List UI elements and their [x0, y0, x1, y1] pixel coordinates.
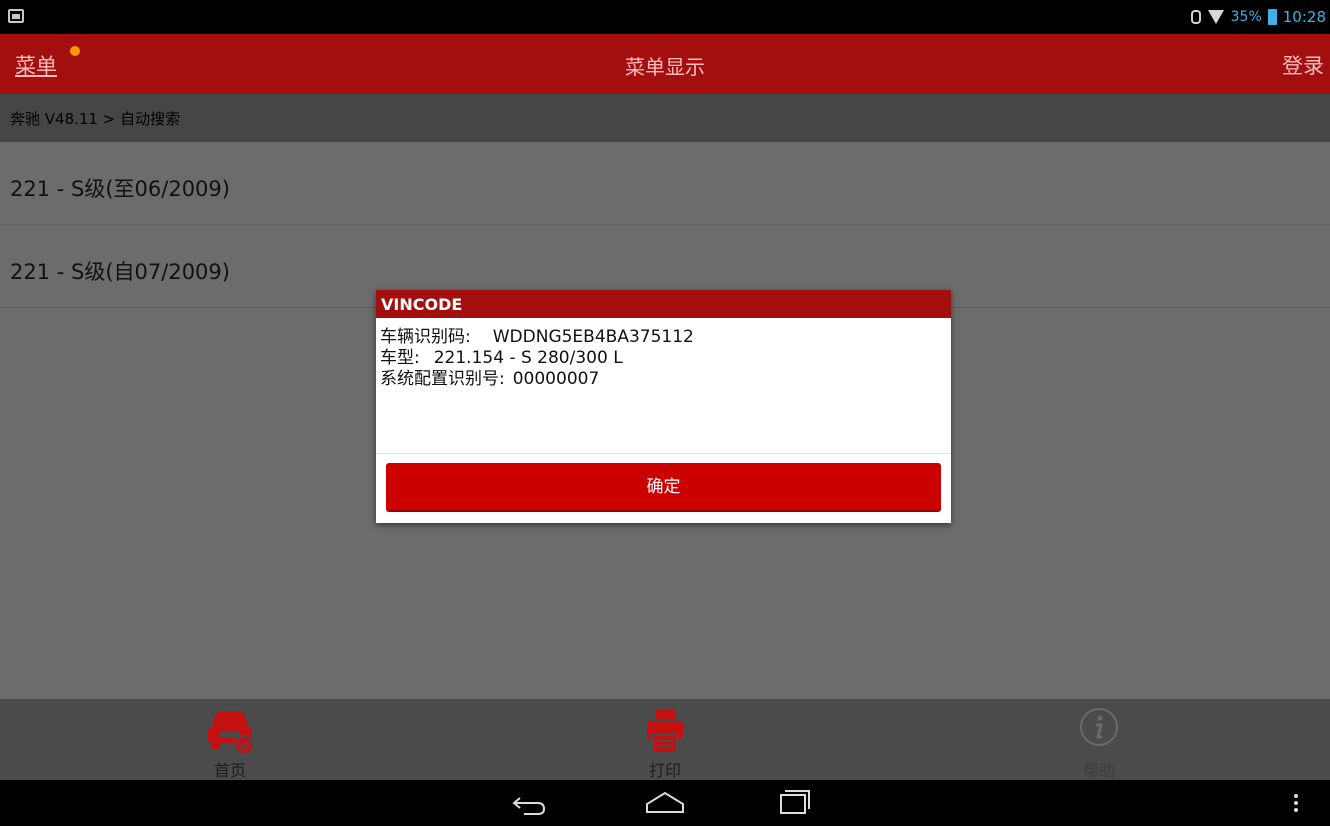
status-indicators: 35% 10:28 — [1190, 7, 1326, 27]
recent-apps-button[interactable] — [765, 780, 825, 826]
breadcrumb: 奔驰 V48.11 > 自动搜索 — [0, 94, 1330, 142]
list-item[interactable]: 221 - S级(至06/2009) — [0, 142, 1330, 225]
home-tool-label: 首页 — [213, 761, 246, 780]
more-menu-button[interactable] — [1266, 780, 1326, 826]
config-row: 系统配置识别号: 00000007 — [380, 369, 940, 390]
vin-value: WDDNG5EB4BA375112 — [492, 327, 694, 347]
config-value: 00000007 — [512, 369, 600, 389]
model-value: 221.154 - S 280/300 L — [433, 348, 623, 368]
print-tool-label: 打印 — [648, 761, 681, 780]
recent-apps-icon — [780, 790, 810, 814]
login-button[interactable]: 登录 — [1282, 50, 1324, 80]
bottom-toolbar: 首页 打印 帮助 — [0, 699, 1330, 780]
vincode-dialog: VINCODE 车辆识别码: WDDNG5EB4BA375112 车型: 221.1… — [376, 290, 951, 523]
battery-percent: 35% — [1230, 9, 1262, 25]
clock: 10:28 — [1282, 8, 1326, 26]
dialog-body: 车辆识别码: WDDNG5EB4BA375112 车型: 221.154 - S 2… — [380, 327, 940, 390]
more-menu-icon — [1294, 794, 1298, 812]
app-screen: 35% 10:28 菜单 菜单显示 登录 奔驰 V48.11 > 自动搜索 22… — [0, 0, 1330, 826]
app-header: 菜单 菜单显示 登录 — [0, 34, 1330, 94]
model-label: 车型: — [380, 348, 420, 368]
printer-icon — [647, 709, 683, 754]
config-label: 系统配置识别号: — [380, 369, 505, 389]
bluetooth-icon — [1190, 10, 1201, 24]
back-icon — [512, 797, 546, 815]
vin-row: 车辆识别码: WDDNG5EB4BA375112 — [380, 327, 940, 348]
home-icon — [646, 791, 684, 813]
home-nav-button[interactable] — [635, 780, 695, 826]
dialog-title: VINCODE — [376, 290, 951, 318]
info-icon — [1080, 708, 1118, 746]
back-button[interactable] — [500, 780, 560, 826]
help-tool-label: 帮助 — [1082, 761, 1115, 780]
page-title: 菜单显示 — [625, 55, 705, 79]
dialog-divider — [376, 453, 951, 454]
home-tool-button[interactable]: 首页 — [130, 699, 330, 780]
vin-label: 车辆识别码: — [380, 327, 471, 347]
image-icon — [8, 9, 24, 23]
help-tool-button[interactable]: 帮助 — [999, 699, 1199, 780]
print-tool-button[interactable]: 打印 — [565, 699, 765, 780]
battery-icon — [1267, 9, 1277, 25]
model-row: 车型: 221.154 - S 280/300 L — [380, 348, 940, 369]
car-home-icon — [208, 711, 254, 755]
ok-button[interactable]: 确定 — [386, 463, 941, 512]
wifi-icon — [1207, 10, 1225, 24]
system-nav-bar — [0, 780, 1330, 826]
status-bar: 35% 10:28 — [0, 0, 1330, 34]
